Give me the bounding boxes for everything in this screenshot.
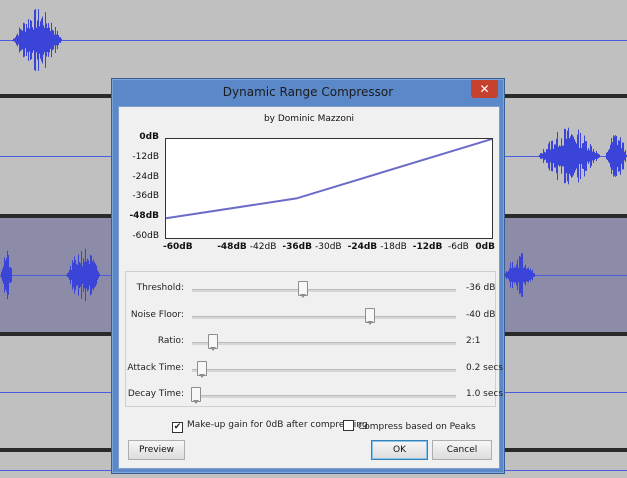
ratio-value: 2:1 [466,336,481,346]
noise-floor-slider[interactable] [192,315,456,319]
x-axis-label: -48dB [217,242,247,252]
threshold-slider-thumb[interactable] [297,281,308,298]
x-axis-label: -42dB [249,242,277,252]
attack-time-label: Attack Time: [127,362,184,373]
x-axis-label: -24dB [347,242,378,252]
threshold-row: Threshold: -36 dB [126,278,495,302]
compress-peaks-check-box[interactable] [343,420,354,431]
x-axis-label: -6dB [448,242,469,252]
noise-floor-row: Noise Floor: -40 dB [126,305,495,329]
cancel-button[interactable]: Cancel [432,440,492,460]
threshold-label: Threshold: [136,283,184,293]
attack-time-row: Attack Time: 0.2 secs [126,358,503,382]
compression-curve [166,139,492,220]
attack-time-value: 0.2 secs [466,362,504,373]
ratio-label: Ratio: [157,336,184,346]
y-axis-label: -12dB [132,151,159,162]
ratio-row: Ratio: 2:1 [126,331,495,355]
y-axis-label: -60dB [132,231,159,241]
y-axis-label: 0dB [139,132,159,142]
decay-time-label: Decay Time: [127,389,184,399]
preview-button[interactable]: Preview [128,440,185,460]
controls-group: Threshold: -36 dB Noise Floor: -40 dB Ratio:… [125,271,503,408]
decay-time-row: Decay Time: 1.0 secs [126,384,503,408]
ok-button[interactable]: OK [371,440,428,460]
compression-curve-graph: 0dB -12dB -24dB -36dB -48dB -60dB -60dB -48dB -4… [119,132,499,255]
decay-time-value: 1.0 secs [466,389,504,399]
x-axis-label: -12dB [412,242,443,252]
ratio-slider[interactable] [192,342,456,345]
attack-time-slider[interactable] [192,368,456,372]
x-axis-label: -18dB [380,242,407,252]
compressor-dialog: Dynamic Range Compressor ✕ by Dominic Ma… [111,78,505,474]
decay-time-slider-thumb[interactable] [190,387,201,404]
dialog-titlebar[interactable]: Dynamic Range Compressor ✕ [112,79,504,106]
makeup-gain-check-box[interactable]: ✔ [172,422,183,433]
dialog-byline: by Dominic Mazzoni [263,114,355,124]
makeup-gain-checkbox[interactable]: ✔ Make-up gain for 0dB after compressing [172,420,368,433]
attack-time-slider-thumb[interactable] [197,360,208,378]
noise-floor-value: -40 dB [466,309,496,320]
curve-svg [166,139,492,220]
threshold-slider[interactable] [192,289,456,292]
x-axis-label: -36dB [282,242,312,252]
noise-floor-slider-thumb[interactable] [364,307,375,325]
x-axis-label: -60dB [163,242,193,252]
threshold-value: -36 dB [466,283,496,293]
close-button[interactable]: ✕ [471,80,498,98]
compress-peaks-checkbox[interactable]: Compress based on Peaks [343,420,476,432]
dialog-content: by Dominic Mazzoni 0dB -12dB -24dB -36dB -48… [118,106,503,469]
close-icon: ✕ [479,82,490,96]
noise-floor-label: Noise Floor: [130,309,184,320]
plot-area [165,138,493,239]
decay-time-slider[interactable] [192,395,456,398]
dialog-title: Dynamic Range Compressor [222,85,394,99]
y-axis-label: -24dB [132,171,159,182]
x-axis-label: -30dB [315,242,342,252]
makeup-gain-label: Make-up gain for 0dB after compressing [187,420,368,430]
x-axis-label: 0dB [475,242,495,252]
y-axis-label: -48dB [129,211,159,222]
y-axis-label: -36dB [132,191,159,202]
ratio-slider-thumb[interactable] [207,334,218,351]
compress-peaks-label: Compress based on Peaks [358,422,476,432]
